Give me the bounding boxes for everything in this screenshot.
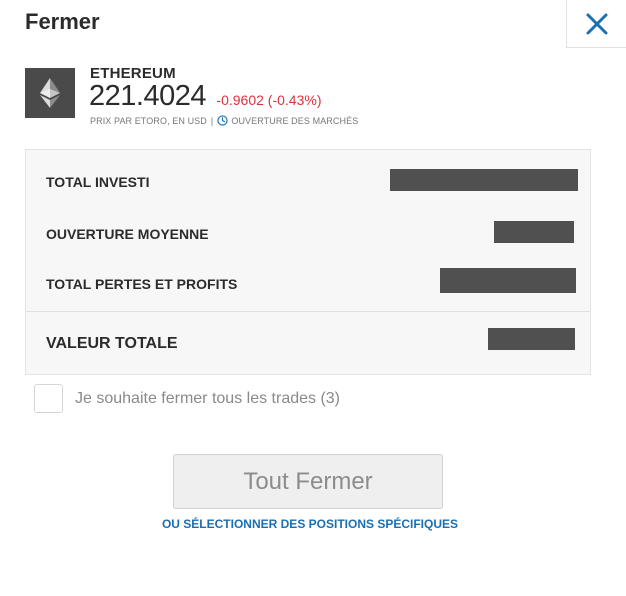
close-all-button[interactable]: Tout Fermer	[173, 454, 443, 509]
select-specific-positions-link[interactable]: OU SÉLECTIONNER DES POSITIONS SPÉCIFIQUE…	[0, 517, 620, 531]
summary-label: TOTAL PERTES ET PROFITS	[46, 276, 238, 292]
price-row: 221.4024 -0.9602 (-0.43%)	[89, 80, 321, 113]
redacted-value	[488, 328, 575, 350]
market-status: OUVERTURE DES MARCHÉS	[231, 115, 359, 126]
instrument-price: 221.4024	[89, 80, 206, 112]
close-all-checkbox[interactable]	[34, 384, 63, 413]
clock-icon	[217, 115, 229, 126]
summary-divider	[26, 311, 590, 312]
info-separator: |	[210, 115, 214, 126]
total-value-label: VALEUR TOTALE	[46, 335, 178, 352]
ethereum-icon	[40, 78, 60, 108]
position-summary-panel: TOTAL INVESTI OUVERTURE MOYENNE TOTAL PE…	[25, 149, 591, 375]
close-all-confirm: Je souhaite fermer tous les trades (3)	[34, 384, 340, 413]
redacted-value	[494, 221, 574, 243]
dialog-title: Fermer	[25, 9, 100, 34]
price-source: PRIX PAR ETORO, EN USD	[90, 115, 207, 126]
price-info-row: PRIX PAR ETORO, EN USD | OUVERTURE DES M…	[90, 115, 358, 126]
close-x-icon	[586, 13, 607, 34]
instrument-logo	[25, 68, 75, 118]
close-all-checkbox-label[interactable]: Je souhaite fermer tous les trades (3)	[75, 390, 340, 408]
redacted-value	[440, 268, 576, 293]
redacted-value	[390, 169, 578, 191]
close-button[interactable]	[566, 0, 626, 48]
close-position-dialog: Fermer ETHEREUM 221.4024 -0.9602 (-0.43%…	[0, 0, 626, 596]
price-change: -0.9602 (-0.43%)	[216, 92, 322, 108]
summary-label: TOTAL INVESTI	[46, 174, 150, 190]
summary-label: OUVERTURE MOYENNE	[46, 226, 209, 242]
